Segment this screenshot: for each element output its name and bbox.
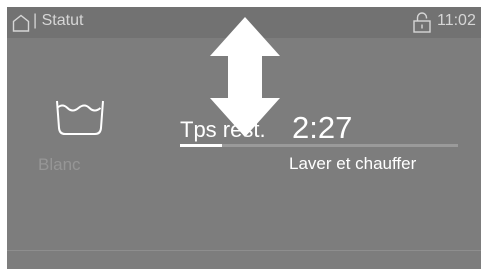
progress-bar	[180, 144, 458, 147]
remaining-time-value: 2:27	[292, 110, 353, 145]
clock: 11:02	[437, 12, 476, 29]
vertical-swipe-arrow-icon	[210, 17, 280, 137]
home-icon[interactable]	[12, 14, 30, 32]
program-name: Blanc	[38, 155, 81, 174]
title-separator: |	[33, 12, 38, 29]
status-title-text: Statut	[41, 12, 84, 29]
program-phase: Laver et chauffer	[289, 154, 417, 173]
display-screen: | Statut 11:02 Blanc Tps rest. 2:27 Lave…	[7, 7, 481, 269]
divider	[7, 250, 481, 251]
status-title: | Statut	[33, 12, 83, 30]
progress-fill	[180, 144, 222, 147]
lock-icon[interactable]	[412, 12, 432, 33]
top-drag-handle[interactable]	[216, 0, 259, 7]
wash-basin-icon	[56, 100, 104, 135]
